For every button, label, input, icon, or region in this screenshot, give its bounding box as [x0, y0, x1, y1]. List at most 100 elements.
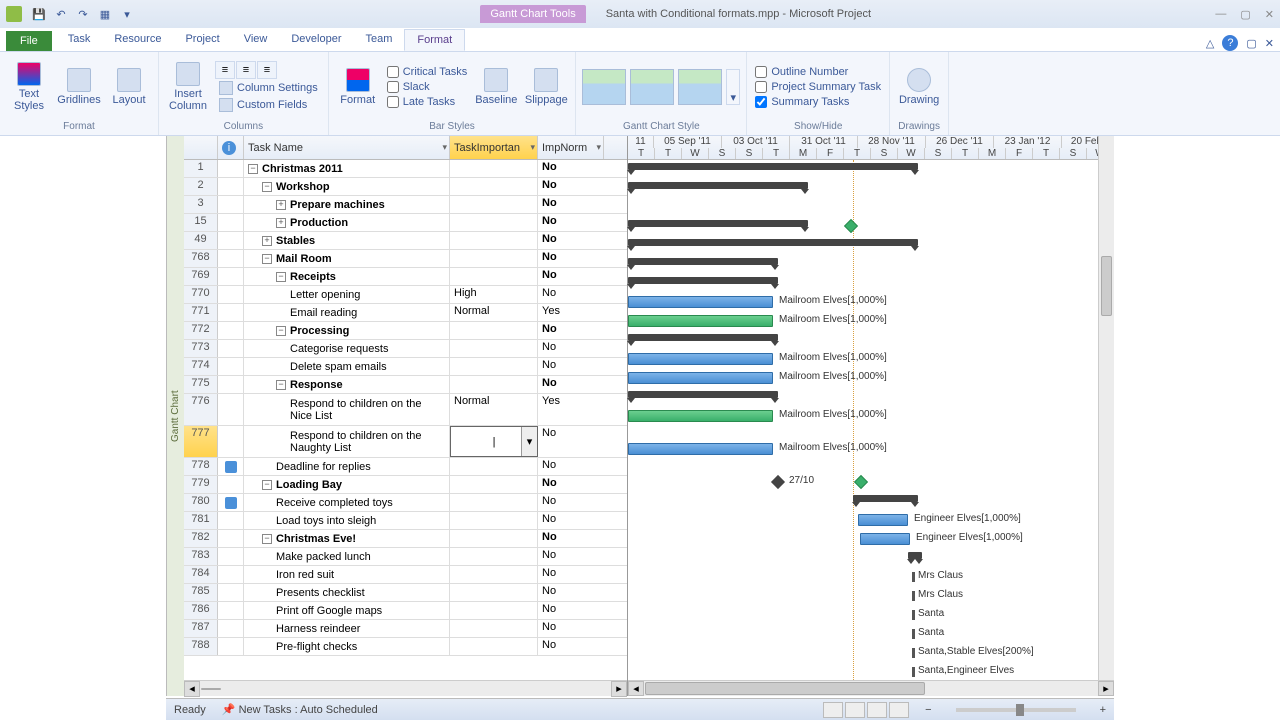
scroll-right-icon[interactable]: ▸: [1098, 681, 1114, 696]
summary-bar[interactable]: [628, 391, 778, 398]
task-name-cell[interactable]: Categorise requests: [244, 340, 450, 357]
row-number[interactable]: 49: [184, 232, 218, 249]
row-number[interactable]: 781: [184, 512, 218, 529]
row-number[interactable]: 3: [184, 196, 218, 213]
impnorm-cell[interactable]: Yes: [538, 394, 604, 425]
zoom-slider[interactable]: [956, 708, 1076, 712]
task-name-cell[interactable]: Make packed lunch: [244, 548, 450, 565]
task-name-cell[interactable]: Respond to children on the Naughty List: [244, 426, 450, 457]
summary-bar[interactable]: [628, 334, 778, 341]
importance-cell[interactable]: [450, 160, 538, 177]
view-strip[interactable]: Gantt Chart: [166, 136, 184, 696]
impnorm-column-header[interactable]: ImpNorm▾: [538, 136, 604, 159]
align-right-icon[interactable]: ≡: [257, 61, 277, 79]
task-bar[interactable]: [628, 372, 773, 384]
outline-toggle-icon[interactable]: −: [276, 380, 286, 390]
table-row[interactable]: 775−ResponseNo: [184, 376, 627, 394]
importance-cell[interactable]: [450, 232, 538, 249]
align-left-icon[interactable]: ≡: [215, 61, 235, 79]
gridlines-button[interactable]: Gridlines: [56, 56, 102, 118]
impnorm-cell[interactable]: No: [538, 178, 604, 195]
impnorm-cell[interactable]: No: [538, 458, 604, 475]
row-number[interactable]: 774: [184, 358, 218, 375]
outline-toggle-icon[interactable]: −: [248, 164, 258, 174]
zoom-out-icon[interactable]: −: [925, 704, 931, 716]
row-number[interactable]: 769: [184, 268, 218, 285]
custom-fields-button[interactable]: Custom Fields: [215, 97, 322, 113]
task-name-cell[interactable]: −Christmas 2011: [244, 160, 450, 177]
row-number[interactable]: 779: [184, 476, 218, 493]
impnorm-cell[interactable]: No: [538, 566, 604, 583]
table-row[interactable]: 784Iron red suitNo: [184, 566, 627, 584]
table-row[interactable]: 1 −Christmas 2011 No: [184, 160, 627, 178]
row-number[interactable]: 1: [184, 160, 218, 177]
impnorm-cell[interactable]: Yes: [538, 304, 604, 321]
importance-cell[interactable]: [450, 268, 538, 285]
table-row[interactable]: 773Categorise requestsNo: [184, 340, 627, 358]
impnorm-cell[interactable]: No: [538, 476, 604, 493]
print-icon[interactable]: ▦: [96, 5, 114, 23]
table-row[interactable]: 778Deadline for repliesNo: [184, 458, 627, 476]
scroll-left-icon[interactable]: ◂: [628, 681, 644, 696]
align-center-icon[interactable]: ≡: [236, 61, 256, 79]
outline-toggle-icon[interactable]: +: [276, 200, 286, 210]
impnorm-cell[interactable]: No: [538, 548, 604, 565]
milestone-icon[interactable]: [771, 475, 785, 489]
task-bar[interactable]: [628, 353, 773, 365]
importance-cell[interactable]: [450, 476, 538, 493]
row-number[interactable]: 2: [184, 178, 218, 195]
tab-resource[interactable]: Resource: [102, 29, 173, 51]
impnorm-cell[interactable]: No: [538, 512, 604, 529]
task-bar[interactable]: [912, 648, 915, 658]
impnorm-cell[interactable]: No: [538, 376, 604, 393]
importance-cell[interactable]: [450, 214, 538, 231]
task-name-cell[interactable]: Delete spam emails: [244, 358, 450, 375]
table-row[interactable]: 776Respond to children on the Nice ListN…: [184, 394, 627, 426]
layout-button[interactable]: Layout: [106, 56, 152, 118]
minimize-ribbon-icon[interactable]: △: [1206, 37, 1214, 50]
undo-icon[interactable]: ↶: [52, 5, 70, 23]
task-bar[interactable]: [628, 410, 773, 422]
task-name-cell[interactable]: Letter opening: [244, 286, 450, 303]
column-settings-button[interactable]: Column Settings: [215, 80, 322, 96]
chevron-down-icon[interactable]: ▾: [530, 142, 535, 153]
summary-bar[interactable]: [628, 277, 778, 284]
impnorm-cell[interactable]: No: [538, 196, 604, 213]
task-bar[interactable]: [912, 667, 915, 677]
table-row[interactable]: 781Load toys into sleighNo: [184, 512, 627, 530]
table-row[interactable]: 3 +Prepare machines No: [184, 196, 627, 214]
outline-toggle-icon[interactable]: +: [276, 218, 286, 228]
table-row[interactable]: 49+StablesNo: [184, 232, 627, 250]
task-bar[interactable]: [912, 591, 915, 601]
impnorm-cell[interactable]: No: [538, 160, 604, 177]
task-name-cell[interactable]: +Prepare machines: [244, 196, 450, 213]
chevron-down-icon[interactable]: ▾: [442, 142, 447, 153]
gantt-body[interactable]: Mailroom Elves[1,000%]Mailroom Elves[1,0…: [628, 160, 1114, 680]
impnorm-cell[interactable]: No: [538, 426, 604, 457]
impnorm-cell[interactable]: No: [538, 214, 604, 231]
table-row[interactable]: 780Receive completed toysNo: [184, 494, 627, 512]
table-row[interactable]: 782−Christmas Eve!No: [184, 530, 627, 548]
milestone-icon[interactable]: [844, 219, 858, 233]
table-row[interactable]: 768−Mail RoomNo: [184, 250, 627, 268]
row-number[interactable]: 782: [184, 530, 218, 547]
impnorm-cell[interactable]: No: [538, 340, 604, 357]
task-name-cell[interactable]: Receive completed toys: [244, 494, 450, 511]
tab-team[interactable]: Team: [353, 29, 404, 51]
outline-toggle-icon[interactable]: −: [262, 182, 272, 192]
row-number[interactable]: 776: [184, 394, 218, 425]
row-number[interactable]: 15: [184, 214, 218, 231]
task-name-cell[interactable]: Pre-flight checks: [244, 638, 450, 655]
gantt-style-gallery[interactable]: ▾: [582, 69, 740, 105]
row-number[interactable]: 775: [184, 376, 218, 393]
summary-bar[interactable]: [908, 552, 922, 559]
importance-cell[interactable]: [450, 458, 538, 475]
table-row[interactable]: 787Harness reindeerNo: [184, 620, 627, 638]
task-name-column-header[interactable]: Task Name▾: [244, 136, 450, 159]
table-row[interactable]: 783Make packed lunchNo: [184, 548, 627, 566]
summary-bar[interactable]: [628, 258, 778, 265]
task-bar[interactable]: [912, 572, 915, 582]
zoom-in-icon[interactable]: +: [1100, 704, 1106, 716]
outline-toggle-icon[interactable]: −: [276, 272, 286, 282]
task-bar[interactable]: [628, 443, 773, 455]
